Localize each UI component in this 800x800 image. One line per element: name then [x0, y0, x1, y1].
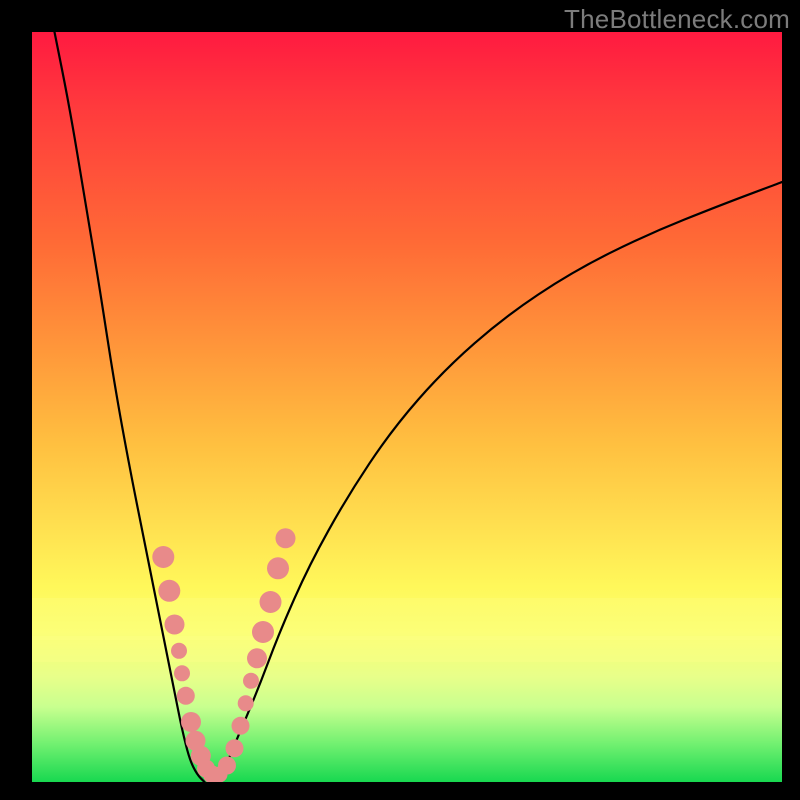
marker-dot: [232, 717, 250, 735]
marker-dot: [252, 621, 274, 643]
marker-dot: [171, 643, 187, 659]
marker-dot: [226, 739, 244, 757]
watermark-text: TheBottleneck.com: [564, 4, 790, 35]
curve-right-branch: [220, 182, 783, 782]
marker-dot: [247, 648, 267, 668]
marker-dot: [158, 580, 180, 602]
curve-group: [55, 32, 783, 782]
chart-frame: TheBottleneck.com: [0, 0, 800, 800]
marker-dot: [276, 528, 296, 548]
marker-dot: [181, 712, 201, 732]
curve-layer: [32, 32, 782, 782]
marker-dot: [218, 757, 236, 775]
plot-area: [32, 32, 782, 782]
marker-dot: [260, 591, 282, 613]
marker-dot: [267, 557, 289, 579]
marker-dot: [152, 546, 174, 568]
marker-dot: [165, 615, 185, 635]
marker-dot: [238, 695, 254, 711]
marker-dots-group: [152, 528, 295, 782]
marker-dot: [177, 687, 195, 705]
marker-dot: [243, 673, 259, 689]
marker-dot: [174, 665, 190, 681]
